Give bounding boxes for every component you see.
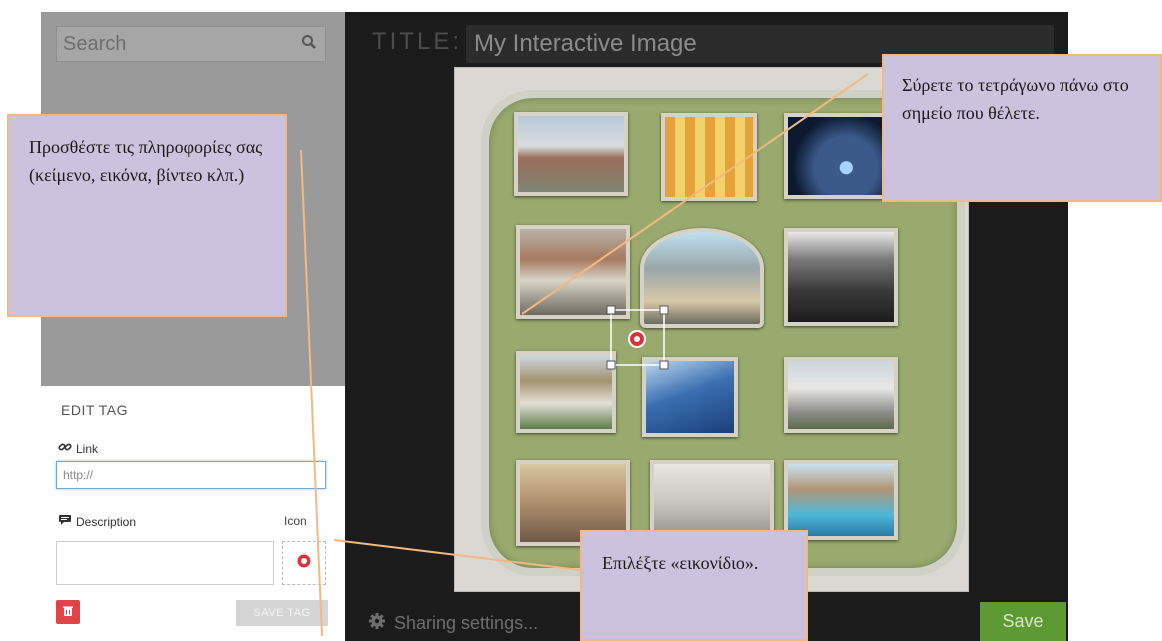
- photo-building-plan: [661, 113, 757, 201]
- edit-tag-heading: EDIT TAG: [61, 402, 129, 418]
- gear-icon: [368, 612, 386, 635]
- description-label: Description: [76, 514, 137, 529]
- photo-house: [514, 112, 628, 196]
- photo-solar-roof: [642, 357, 738, 437]
- description-input[interactable]: [56, 541, 274, 585]
- photo-modern-building: [516, 351, 616, 433]
- link-input[interactable]: [56, 461, 326, 489]
- photo-apartment: [516, 225, 630, 319]
- icon-label: Icon: [284, 514, 307, 528]
- title-label: TITLE:: [372, 28, 463, 55]
- save-button[interactable]: Save: [980, 602, 1066, 641]
- sharing-settings-label: Sharing settings...: [394, 613, 539, 633]
- callout-drag-square: Σύρετε το τετράγωνο πάνω στο σημείο που …: [882, 54, 1162, 202]
- photo-mansion: [784, 228, 898, 326]
- comment-icon: [58, 514, 72, 529]
- search-input[interactable]: [57, 27, 299, 61]
- search-box[interactable]: [56, 26, 326, 62]
- link-label-row: Link: [58, 440, 98, 457]
- delete-tag-button[interactable]: [56, 600, 80, 624]
- link-icon: [58, 440, 72, 457]
- callout-add-info: Προσθέστε τις πληροφορίες σας (κείμενο, …: [7, 114, 287, 317]
- save-tag-button[interactable]: SAVE TAG: [236, 600, 328, 626]
- callout-choose-icon: Επιλέξτε «εικονίδιο».: [580, 530, 808, 641]
- photo-camper-van: [784, 357, 898, 433]
- photo-pool: [784, 460, 898, 540]
- search-icon[interactable]: [301, 34, 317, 55]
- icon-picker-button[interactable]: [282, 541, 326, 585]
- link-label: Link: [76, 441, 99, 456]
- photo-castle: [640, 228, 764, 328]
- photo-night-house: [784, 113, 898, 199]
- sharing-settings-link[interactable]: Sharing settings...: [368, 612, 538, 635]
- tag-marker-icon: [296, 553, 312, 574]
- description-label-row: Description: [58, 514, 136, 529]
- trash-icon: [62, 605, 74, 620]
